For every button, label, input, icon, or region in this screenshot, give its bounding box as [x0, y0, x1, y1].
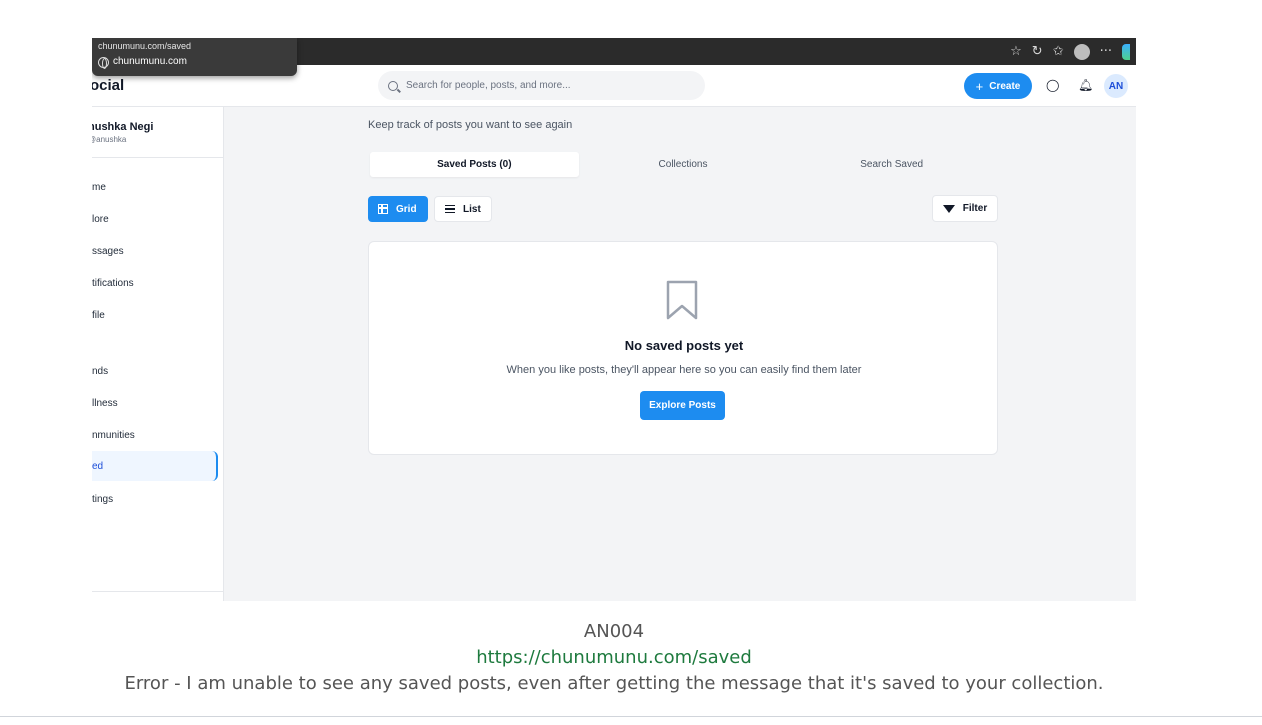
- copilot-icon[interactable]: [1122, 43, 1130, 60]
- tooltip-site-label: chunumunu.com: [113, 56, 187, 67]
- avatar[interactable]: AN: [1104, 74, 1128, 98]
- empty-state-description: When you like posts, they'll appear here…: [506, 364, 862, 376]
- sidebar-item-home[interactable]: me: [92, 172, 218, 202]
- plus-icon: +: [975, 78, 984, 94]
- empty-state-card: No saved posts yet When you like posts, …: [368, 241, 998, 455]
- sidebar-item-explore[interactable]: lore: [92, 204, 218, 234]
- filter-label: Filter: [962, 203, 988, 214]
- sidebar-item-wellness[interactable]: llness: [92, 388, 218, 418]
- caption-id: AN004: [583, 621, 645, 642]
- sidebar-item-messages[interactable]: ssages: [92, 236, 218, 266]
- tooltip-site: chunumunu.com: [98, 55, 291, 69]
- search-icon: [388, 80, 398, 91]
- bell-icon[interactable]: 🔔︎: [1078, 78, 1093, 92]
- sidebar-item-profile[interactable]: file: [92, 300, 218, 330]
- caption-error: Error - I am unable to see any saved pos…: [124, 673, 1104, 694]
- filter-button[interactable]: Filter: [932, 195, 998, 222]
- favorites-list-icon[interactable]: ✩: [1053, 44, 1064, 59]
- grid-icon: [378, 204, 388, 214]
- list-label: List: [463, 203, 481, 215]
- create-button[interactable]: + Create: [964, 73, 1032, 99]
- bookmark-icon: [666, 280, 698, 320]
- sidebar-item-notifications[interactable]: tifications: [92, 268, 218, 298]
- main-content: Keep track of posts you want to see agai…: [224, 107, 1136, 601]
- tab-collections[interactable]: Collections: [579, 152, 788, 177]
- caption-url[interactable]: https://chunumunu.com/saved: [0, 647, 1228, 668]
- tab-search-saved[interactable]: Search Saved: [787, 152, 996, 177]
- tab-saved-posts[interactable]: Saved Posts (0): [370, 152, 579, 177]
- filter-icon: [942, 204, 955, 213]
- sidebar-item-saved[interactable]: ed: [92, 451, 218, 481]
- sidebar-item-trends[interactable]: nds: [92, 356, 218, 386]
- tab-bar: Saved Posts (0) Collections Search Saved: [368, 150, 998, 179]
- list-view-button[interactable]: List: [434, 196, 492, 222]
- grid-view-button[interactable]: Grid: [368, 196, 428, 222]
- create-label: Create: [989, 80, 1021, 92]
- favorite-star-icon[interactable]: ☆: [1010, 44, 1022, 59]
- divider: [92, 591, 223, 592]
- message-icon[interactable]: ◯: [1046, 78, 1059, 92]
- profile-icon[interactable]: [1073, 43, 1090, 60]
- sidebar: nushka Negi @anushka me lore ssages tifi…: [92, 107, 224, 601]
- sidebar-item-settings[interactable]: tings: [92, 484, 218, 514]
- list-icon: [445, 205, 455, 213]
- tooltip-url: chunumunu.com/saved: [98, 41, 192, 51]
- globe-icon: [98, 56, 109, 69]
- user-name: nushka Negi: [92, 121, 154, 133]
- divider: [92, 157, 223, 158]
- browser-toolbar-icons: ☆ ↻ ✩ ···: [1010, 38, 1136, 65]
- empty-state-title: No saved posts yet: [624, 338, 744, 353]
- browser-window: ☆ ↻ ✩ ··· chunumunu.com/saved chunumunu.…: [92, 38, 1136, 601]
- divider: [0, 716, 1262, 717]
- search-input[interactable]: [406, 80, 686, 91]
- search-bar[interactable]: [378, 71, 705, 100]
- brand-logo[interactable]: ocial: [92, 77, 124, 94]
- grid-label: Grid: [396, 203, 417, 215]
- sidebar-item-communities[interactable]: nmunities: [92, 420, 218, 450]
- user-handle: @anushka: [92, 135, 127, 144]
- explore-posts-button[interactable]: Explore Posts: [640, 391, 725, 420]
- page-subtitle: Keep track of posts you want to see agai…: [368, 119, 573, 131]
- refresh-icon[interactable]: ↻: [1032, 44, 1043, 59]
- link-tooltip: chunumunu.com/saved chunumunu.com: [92, 38, 297, 76]
- more-icon[interactable]: ···: [1100, 44, 1112, 59]
